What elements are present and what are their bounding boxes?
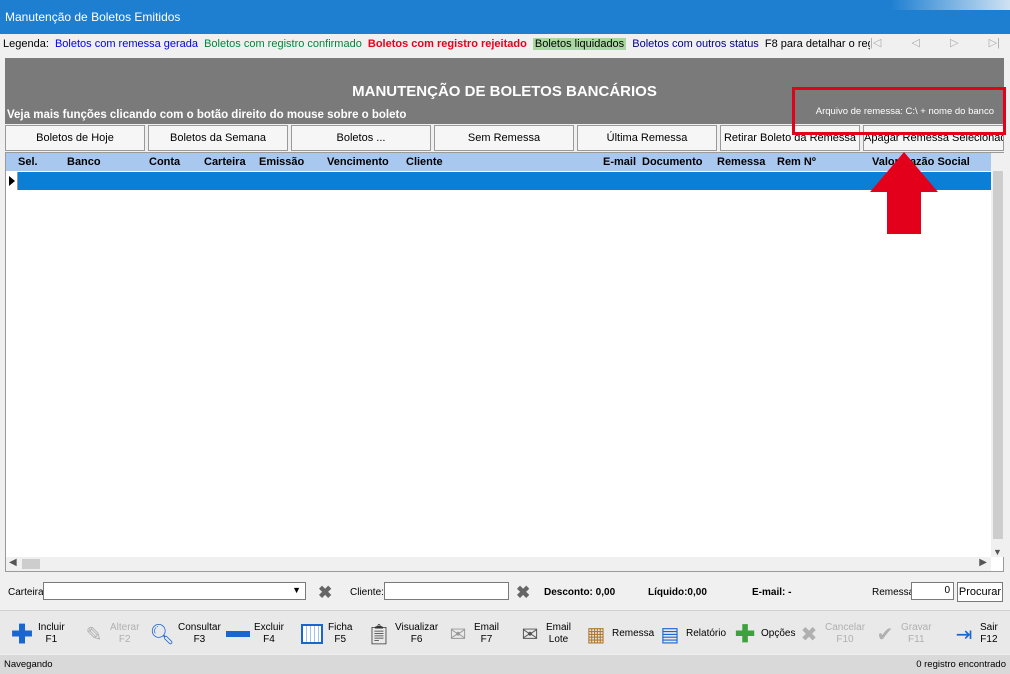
column-conta[interactable]: Conta bbox=[149, 156, 180, 168]
relatorio-button[interactable]: ▤ Relatório bbox=[658, 619, 726, 649]
report-icon: ▤ bbox=[660, 623, 680, 646]
column-remessa[interactable]: Remessa bbox=[717, 156, 765, 168]
toolbar: ✚ Incluir F1 ✎ Alterar F2 🔍︎ Consultar F3 E… bbox=[0, 610, 1010, 654]
highlight-box bbox=[792, 87, 1006, 135]
status-bar: Navegando 0 registro encontrado bbox=[0, 655, 1010, 674]
envelope-icon: ✉ bbox=[449, 623, 467, 646]
legend-prefix: Legenda: bbox=[3, 38, 49, 50]
email-value: E-mail: - bbox=[752, 587, 792, 598]
column-email[interactable]: E-mail bbox=[603, 156, 636, 168]
scroll-left-icon[interactable]: ◀ bbox=[9, 557, 17, 568]
column-sel[interactable]: Sel. bbox=[18, 156, 38, 168]
column-documento[interactable]: Documento bbox=[642, 156, 703, 168]
column-emissao[interactable]: Emissão bbox=[259, 156, 304, 168]
minus-icon bbox=[226, 622, 250, 646]
legend-registro-confirmado: Boletos com registro confirmado bbox=[204, 38, 362, 50]
legend-outros-status: Boletos com outros status bbox=[632, 38, 759, 50]
sem-remessa-button[interactable]: Sem Remessa bbox=[434, 125, 574, 151]
vertical-scroll-thumb[interactable] bbox=[993, 171, 1003, 539]
procurar-button[interactable]: Procurar bbox=[957, 582, 1003, 602]
legend-remessa-gerada: Boletos com remessa gerada bbox=[54, 38, 199, 50]
remessa-label: Remessa bbox=[872, 587, 915, 598]
window-titlebar: Manutenção de Boletos Emitidos bbox=[0, 0, 1010, 34]
carteira-select[interactable]: ▼ bbox=[43, 582, 306, 600]
page-subtitle: Veja mais funções clicando com o botão d… bbox=[7, 109, 407, 121]
visualizar-button[interactable]: 📋︎ Visualizar F6 bbox=[366, 619, 438, 649]
horizontal-scrollbar[interactable]: ◀ ▶ bbox=[6, 557, 991, 571]
clear-cliente-icon[interactable]: ✖ bbox=[516, 583, 530, 603]
plus-icon: ✚ bbox=[11, 618, 33, 649]
window-title: Manutenção de Boletos Emitidos bbox=[5, 10, 181, 24]
email-batch-icon: ✉ bbox=[521, 623, 539, 646]
remessa-input[interactable]: 0 bbox=[911, 582, 954, 600]
gravar-button[interactable]: ✔ Gravar F11 bbox=[873, 619, 932, 649]
column-cliente[interactable]: Cliente bbox=[406, 156, 443, 168]
table-row[interactable] bbox=[6, 172, 991, 190]
ultima-remessa-button[interactable]: Última Remessa bbox=[577, 125, 717, 151]
row-indicator-icon bbox=[6, 172, 18, 190]
column-banco[interactable]: Banco bbox=[67, 156, 101, 168]
alterar-button[interactable]: ✎ Alterar F2 bbox=[82, 619, 140, 649]
sair-button[interactable]: ⇥ Sair F12 bbox=[952, 619, 998, 649]
carteira-label: Carteira bbox=[8, 587, 44, 598]
status-record-count: 0 registro encontrado bbox=[916, 659, 1006, 670]
column-carteira[interactable]: Carteira bbox=[204, 156, 246, 168]
opcoes-button[interactable]: ✚ Opções bbox=[733, 619, 796, 649]
filter-bar: Carteira ▼ ✖ Cliente: ✖ Desconto: 0,00 L… bbox=[0, 576, 1010, 606]
horizontal-scroll-thumb[interactable] bbox=[22, 559, 40, 569]
consultar-button[interactable]: 🔍︎ Consultar F3 bbox=[149, 619, 221, 649]
exit-icon: ⇥ bbox=[955, 623, 973, 646]
first-record-icon[interactable]: |◁ bbox=[870, 36, 881, 52]
email-lote-button[interactable]: ✉ Email Lote bbox=[518, 619, 571, 649]
x-icon: ✖ bbox=[800, 623, 818, 646]
cliente-input[interactable] bbox=[384, 582, 509, 600]
legend-bar: Legenda: Boletos com remessa gerada Bole… bbox=[0, 34, 1010, 54]
boletos-semana-button[interactable]: Boletos da Semana bbox=[148, 125, 288, 151]
check-icon: ✔ bbox=[876, 623, 894, 646]
scroll-right-icon[interactable]: ▶ bbox=[979, 557, 987, 568]
email-button[interactable]: ✉ Email F7 bbox=[446, 619, 499, 649]
column-rem-numero[interactable]: Rem Nº bbox=[777, 156, 816, 168]
record-navigator: |◁ ◁ ▷ ▷| bbox=[870, 36, 1000, 52]
vertical-scrollbar[interactable]: ▼ bbox=[991, 153, 1005, 557]
boxes-icon: ▦ bbox=[586, 623, 606, 646]
next-record-icon[interactable]: ▷ bbox=[950, 36, 958, 52]
last-record-icon[interactable]: ▷| bbox=[989, 36, 1000, 52]
red-arrow-icon bbox=[870, 152, 938, 234]
legend-registro-rejeitado: Boletos com registro rejeitado bbox=[367, 38, 527, 50]
green-plus-icon: ✚ bbox=[734, 620, 756, 648]
calendar-icon bbox=[300, 622, 324, 646]
clipboard-icon: 📋︎ bbox=[366, 623, 392, 646]
chevron-down-icon[interactable]: ▼ bbox=[292, 585, 301, 595]
pencil-icon: ✎ bbox=[85, 623, 103, 646]
liquido-value: Líquido:0,00 bbox=[648, 587, 707, 598]
magnifier-icon: 🔍︎ bbox=[149, 623, 175, 646]
status-mode: Navegando bbox=[4, 659, 53, 670]
cliente-label: Cliente: bbox=[350, 587, 384, 598]
cancelar-button[interactable]: ✖ Cancelar F10 bbox=[797, 619, 865, 649]
grid-header: Sel. Banco Conta Carteira Emissão Vencim… bbox=[6, 153, 991, 171]
boletos-hoje-button[interactable]: Boletos de Hoje bbox=[5, 125, 145, 151]
ficha-button[interactable]: Ficha F5 bbox=[300, 619, 352, 649]
incluir-button[interactable]: ✚ Incluir F1 bbox=[10, 619, 65, 649]
clear-carteira-icon[interactable]: ✖ bbox=[318, 583, 332, 603]
legend-liquidados: Boletos liquidados bbox=[532, 38, 627, 50]
boletos-grid[interactable]: Sel. Banco Conta Carteira Emissão Vencim… bbox=[5, 152, 1005, 572]
desconto-value: Desconto: 0,00 bbox=[544, 587, 616, 598]
titlebar-decoration bbox=[890, 0, 1010, 10]
prev-record-icon[interactable]: ◁ bbox=[911, 36, 919, 52]
column-vencimento[interactable]: Vencimento bbox=[327, 156, 389, 168]
scroll-down-icon[interactable]: ▼ bbox=[993, 547, 1002, 557]
boletos-periodo-button[interactable]: Boletos ... bbox=[291, 125, 431, 151]
excluir-button[interactable]: Excluir F4 bbox=[226, 619, 284, 649]
remessa-button[interactable]: ▦ Remessa bbox=[584, 619, 655, 649]
